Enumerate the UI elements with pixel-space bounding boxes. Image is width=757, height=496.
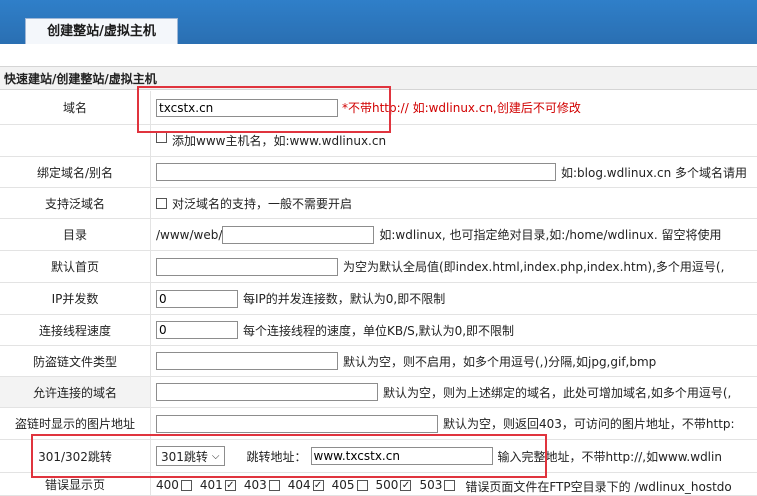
row-index: 默认首页 为空为默认全局值(即index.html,index.php,inde… bbox=[0, 251, 757, 283]
label-redirect: 301/302跳转 bbox=[0, 440, 151, 472]
error-code-403: 403 bbox=[243, 478, 267, 492]
ip-conn-input[interactable] bbox=[156, 289, 238, 308]
error-code-400: 400 bbox=[156, 478, 179, 492]
label-error-page: 错误显示页 bbox=[0, 473, 151, 495]
domain-required-mark: *不带http:// 如:wdlinux.cn, bbox=[342, 101, 497, 115]
hotlink-img-input[interactable] bbox=[156, 414, 438, 433]
row-speed: 连接线程速度 每个连接线程的速度，单位KB/S,默认为0,即不限制 bbox=[0, 315, 757, 346]
dir-hint: 如:wdlinux, 也可指定绝对目录,如:/home/wdlinux. 留空将… bbox=[379, 228, 722, 242]
error-code-500: 500 bbox=[375, 478, 399, 492]
hotlink-hint: 默认为空，则不启用，如多个用逗号(,)分隔,如jpg,gif,bmp bbox=[343, 354, 657, 369]
row-hotlink-img: 盗链时显示的图片地址 默认为空，则返回403，可访问的图片地址，不带http: bbox=[0, 408, 757, 440]
index-input[interactable] bbox=[156, 257, 338, 276]
tab-create-site[interactable]: 创建整站/虚拟主机 bbox=[25, 18, 178, 44]
speed-hint: 每个连接线程的速度，单位KB/S,默认为0,即不限制 bbox=[243, 323, 515, 338]
error-code-checkbox-401[interactable] bbox=[224, 480, 236, 491]
dir-prefix: /www/web/ bbox=[156, 227, 223, 242]
redirect-target-input[interactable] bbox=[310, 447, 493, 465]
error-code-401: 401 bbox=[199, 478, 223, 492]
label-alias: 绑定域名/别名 bbox=[0, 157, 151, 187]
row-add-www: 添加www主机名，如:www.wdlinux.cn bbox=[0, 125, 757, 157]
hotlink-img-hint: 默认为空，则返回403，可访问的图片地址，不带http: bbox=[443, 417, 735, 431]
error-code-checkbox-500[interactable] bbox=[400, 480, 412, 491]
allowed-hint: 默认为空，则为上述绑定的域名，此处可增加域名,如多个用逗号(, bbox=[383, 385, 732, 400]
error-code-checkbox-503[interactable] bbox=[444, 480, 456, 491]
label-empty bbox=[0, 125, 151, 156]
chevron-down-icon: ⌵ bbox=[211, 450, 220, 462]
row-redirect: 301/302跳转 301跳转 ⌵ 跳转地址： 输入完整地址，不带http://… bbox=[0, 440, 757, 473]
error-page-hint: 错误页面文件在FTP空目录下的 /wdlinux_hostdo bbox=[465, 480, 732, 494]
row-alias: 绑定域名/别名 如:blog.wdlinux.cn 多个域名请用 bbox=[0, 157, 757, 188]
hotlink-input[interactable] bbox=[156, 352, 338, 370]
ip-conn-hint: 每IP的并发连接数，默认为0,即不限制 bbox=[243, 292, 446, 306]
row-domain: 域名 *不带http:// 如:wdlinux.cn, 创建后不可修改 bbox=[0, 91, 757, 125]
wildcard-label: 对泛域名的支持，一般不需要开启 bbox=[172, 196, 353, 211]
redirect-target-label: 跳转地址： bbox=[246, 449, 307, 464]
label-hotlink: 防盗链文件类型 bbox=[0, 346, 151, 376]
row-ip-conn: IP并发数 每IP的并发连接数，默认为0,即不限制 bbox=[0, 283, 757, 315]
label-wildcard: 支持泛域名 bbox=[0, 188, 151, 218]
label-domain: 域名 bbox=[0, 91, 151, 124]
error-code-checkbox-400[interactable] bbox=[180, 480, 192, 491]
error-code-404: 404 bbox=[287, 478, 311, 492]
error-code-checkbox-405[interactable] bbox=[356, 480, 368, 491]
error-code-list: 400 401 403 404 405 500 503 bbox=[156, 478, 460, 492]
allowed-input[interactable] bbox=[156, 383, 378, 401]
redirect-type-value: 301跳转 bbox=[161, 449, 208, 464]
row-wildcard: 支持泛域名 对泛域名的支持，一般不需要开启 bbox=[0, 188, 757, 219]
alias-hint: 如:blog.wdlinux.cn 多个域名请用 bbox=[561, 165, 748, 180]
add-www-checkbox[interactable] bbox=[156, 132, 167, 143]
label-index: 默认首页 bbox=[0, 251, 151, 282]
row-dir: 目录 /www/web/ 如:wdlinux, 也可指定绝对目录,如:/home… bbox=[0, 219, 757, 251]
domain-warning: 创建后不可修改 bbox=[496, 101, 581, 115]
error-code-checkbox-404[interactable] bbox=[312, 480, 324, 491]
index-hint: 为空为默认全局值(即index.html,index.php,index.htm… bbox=[343, 260, 725, 274]
section-title: 快速建站/创建整站/虚拟主机 bbox=[0, 66, 757, 90]
add-www-label: 添加www主机名，如:www.wdlinux.cn bbox=[172, 134, 387, 148]
error-code-405: 405 bbox=[331, 478, 355, 492]
row-hotlink: 防盗链文件类型 默认为空，则不启用，如多个用逗号(,)分隔,如jpg,gif,b… bbox=[0, 346, 757, 377]
error-code-checkbox-403[interactable] bbox=[268, 480, 280, 491]
label-allowed: 允许连接的域名 bbox=[0, 377, 151, 407]
dir-input[interactable] bbox=[222, 225, 375, 244]
label-ip-conn: IP并发数 bbox=[0, 283, 151, 314]
alias-input[interactable] bbox=[156, 163, 556, 181]
redirect-hint: 输入完整地址，不带http://,如www.wdlin bbox=[497, 449, 722, 464]
redirect-type-select[interactable]: 301跳转 ⌵ bbox=[156, 446, 225, 466]
domain-input[interactable] bbox=[156, 98, 338, 117]
label-dir: 目录 bbox=[0, 219, 151, 250]
wildcard-checkbox[interactable] bbox=[156, 197, 167, 209]
speed-input[interactable] bbox=[156, 321, 238, 339]
error-code-503: 503 bbox=[419, 478, 443, 492]
label-speed: 连接线程速度 bbox=[0, 315, 151, 345]
top-bar: 创建整站/虚拟主机 bbox=[0, 0, 757, 44]
row-allowed: 允许连接的域名 默认为空，则为上述绑定的域名，此处可增加域名,如多个用逗号(, bbox=[0, 377, 757, 408]
label-hotlink-img: 盗链时显示的图片地址 bbox=[0, 408, 151, 439]
